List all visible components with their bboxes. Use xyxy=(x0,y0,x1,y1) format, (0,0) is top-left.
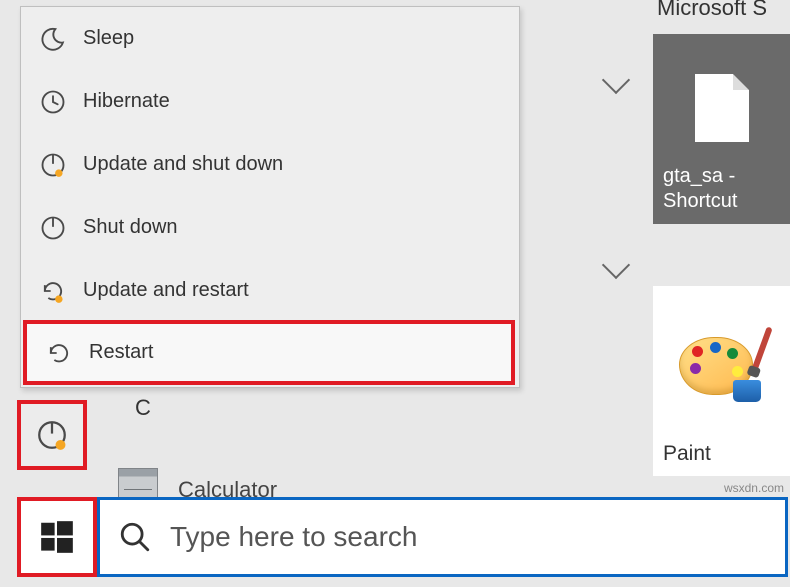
power-update-icon xyxy=(35,418,69,452)
menu-item-update-restart[interactable]: Update and restart xyxy=(21,259,519,322)
search-placeholder: Type here to search xyxy=(170,521,417,553)
moon-icon xyxy=(39,25,83,53)
menu-item-sleep[interactable]: Sleep xyxy=(21,7,519,70)
paint-icon xyxy=(679,332,765,402)
app-list-section-letter[interactable]: C xyxy=(135,395,151,421)
menu-item-update-shutdown[interactable]: Update and shut down xyxy=(21,133,519,196)
document-icon xyxy=(695,74,749,142)
start-button[interactable] xyxy=(17,497,97,577)
menu-item-shutdown[interactable]: Shut down xyxy=(21,196,519,259)
tile-group-label: Microsoft S xyxy=(657,0,767,21)
menu-item-label: Hibernate xyxy=(83,90,170,113)
clock-icon xyxy=(39,88,83,116)
menu-item-restart[interactable]: Restart xyxy=(23,320,515,385)
power-icon xyxy=(39,214,83,242)
menu-item-label: Update and restart xyxy=(83,279,249,302)
power-button[interactable] xyxy=(17,400,87,470)
watermark-text: wsxdn.com xyxy=(724,481,784,495)
menu-item-label: Shut down xyxy=(83,216,178,239)
restart-update-icon xyxy=(39,277,83,305)
menu-item-label: Sleep xyxy=(83,27,134,50)
menu-item-label: Restart xyxy=(89,341,153,364)
tile-label: Paint xyxy=(663,442,780,466)
power-update-icon xyxy=(39,151,83,179)
tile-label: gta_sa - Shortcut xyxy=(663,164,780,214)
start-tiles: Microsoft S gta_sa - Shortcut Paint xyxy=(645,0,790,500)
windows-logo-icon xyxy=(38,518,76,556)
tile-paint[interactable]: Paint xyxy=(653,286,790,476)
menu-item-label: Update and shut down xyxy=(83,153,283,176)
tile-gta-sa[interactable]: gta_sa - Shortcut xyxy=(653,34,790,224)
search-icon xyxy=(118,520,152,554)
restart-icon xyxy=(45,339,89,367)
taskbar-search[interactable]: Type here to search xyxy=(97,497,788,577)
power-options-menu: Sleep Hibernate Update and shut down Shu… xyxy=(20,6,520,388)
menu-item-hibernate[interactable]: Hibernate xyxy=(21,70,519,133)
